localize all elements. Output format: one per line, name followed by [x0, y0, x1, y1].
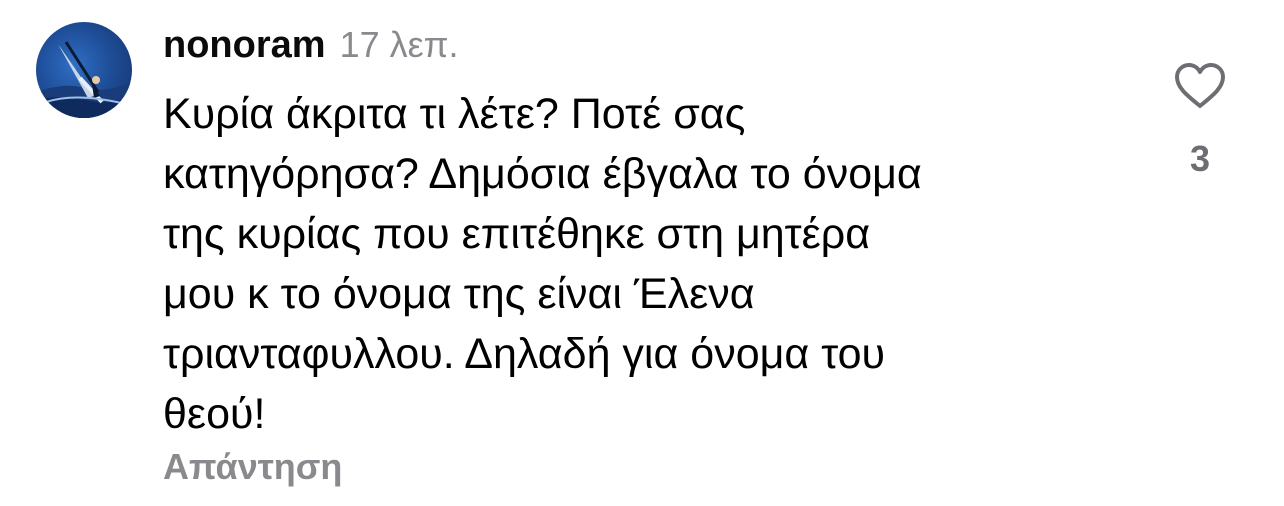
heart-outline-icon[interactable] [1174, 62, 1226, 110]
timestamp: 17 λεπ. [339, 24, 459, 65]
comment-item: nonoram 17 λεπ. Κυρία άκριτα τι λέτε? Πο… [0, 0, 1284, 506]
avatar-image [36, 41, 132, 118]
reply-button[interactable]: Απάντηση [163, 446, 342, 488]
comment-text-line: Κυρία άκριτα τι λέτε? Ποτέ σας [163, 90, 746, 138]
comment-text-line: θεού! [163, 390, 266, 438]
comment-header: nonoram 17 λεπ. [163, 24, 459, 68]
comment-text-line: κατηγόρησα? Δημόσια έβγαλα το όνομα [163, 150, 922, 198]
comment-text-line: μου κ το όνομα της είναι Έλενα [163, 270, 755, 318]
comment-text-line: της κυρίας που επιτέθηκε στη μητέρα [163, 210, 871, 258]
avatar[interactable] [36, 22, 132, 118]
like-count: 3 [1189, 138, 1211, 179]
username[interactable]: nonoram [163, 24, 326, 67]
like-area: 3 [1168, 62, 1232, 182]
comment-text: Κυρία άκριτα τι λέτε? Ποτέ σας κατηγόρησ… [163, 84, 1123, 444]
comment-text-line: τριανταφυλλου. Δηλαδή για όνομα του [163, 330, 886, 378]
